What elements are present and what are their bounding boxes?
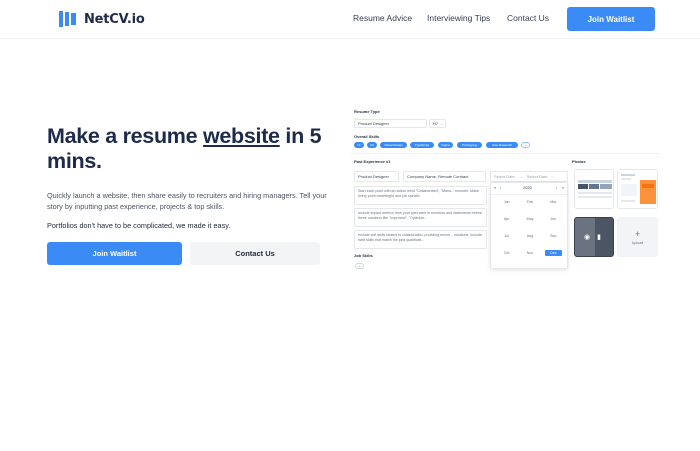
nav-link-resume-advice[interactable]: Resume Advice	[353, 13, 412, 23]
skill-pill[interactable]: Figma	[438, 142, 453, 148]
job-skills-label: Job Skills	[354, 253, 373, 258]
date-range-input[interactable]: Select Date → Select Date ▫	[490, 171, 568, 182]
month-grid: Jan Feb Mar Apr May Jun Jul Aug Sep Oct …	[495, 199, 565, 256]
month-cell-selected[interactable]: Dec	[544, 250, 562, 256]
skill-pill[interactable]: Visual Design	[380, 142, 407, 148]
month-cell[interactable]: Jan	[495, 199, 518, 205]
add-skill-button[interactable]: +	[521, 142, 530, 148]
plus-icon: +	[634, 228, 641, 239]
hero-title: Make a resume website in 5 mins.	[47, 124, 337, 174]
month-cell[interactable]: Jun	[542, 216, 565, 222]
logo-icon	[58, 9, 78, 29]
photo-thumbnail[interactable]	[617, 169, 658, 209]
logo[interactable]: NetCV.io	[58, 9, 145, 29]
photo-preview-image	[575, 170, 613, 208]
logo-text: NetCV.io	[84, 11, 145, 27]
skill-pill[interactable]: UI	[354, 142, 364, 148]
skill-pill[interactable]: TypeScript	[410, 142, 434, 148]
month-cell[interactable]: Aug	[518, 233, 541, 239]
month-cell[interactable]: Mar	[542, 199, 565, 205]
top-nav: NetCV.io Resume Advice Interviewing Tips…	[0, 0, 700, 39]
month-cell[interactable]: Jul	[495, 233, 518, 239]
nav-join-waitlist-button[interactable]: Join Waitlist	[567, 7, 655, 31]
upload-label: Upload	[631, 240, 644, 245]
nav-link-contact-us[interactable]: Contact Us	[507, 13, 549, 23]
photo-thumbnail-hover[interactable]: ◉ ▮	[574, 217, 614, 257]
month-cell[interactable]: Sep	[542, 233, 565, 239]
resume-level-select[interactable]: H7 ⌄	[429, 119, 446, 128]
month-cell[interactable]: Feb	[518, 199, 541, 205]
photos-label: Photos	[572, 159, 586, 164]
overall-skills-label: Overall Skills	[354, 134, 380, 139]
resume-builder-preview: Resume Type Product Designer H7 ⌄ Overal…	[350, 105, 660, 275]
chevron-down-icon: ⌄	[440, 121, 444, 126]
hero-description: Quickly launch a website, then share eas…	[47, 191, 327, 211]
nav-link-interviewing-tips[interactable]: Interviewing Tips	[427, 13, 490, 23]
experience-bullet[interactable]: Start each point with an action word "Co…	[354, 186, 487, 205]
hero-title-part1: Make a resume	[47, 124, 203, 148]
skill-pill[interactable]: UX	[367, 142, 377, 148]
upload-photo-button[interactable]: + Upload	[617, 217, 658, 257]
month-picker-popup: « ‹ 2020 › » Jan Feb Mar Apr May Jun Jul…	[490, 182, 568, 269]
hero-title-highlight: website	[202, 124, 280, 148]
photo-preview-image	[575, 218, 613, 256]
prev-year-icon[interactable]: «	[494, 185, 496, 190]
date-start: Select Date	[494, 174, 515, 179]
contact-us-button[interactable]: Contact Us	[190, 242, 320, 265]
next-year-icon[interactable]: »	[562, 185, 564, 190]
skill-pill[interactable]: User Research	[486, 142, 518, 148]
skill-pill[interactable]: Prototyping	[457, 142, 482, 148]
resume-level-value: H7	[433, 121, 439, 126]
next-icon[interactable]: ›	[556, 185, 557, 190]
month-picker-header: « ‹ 2020 › »	[491, 185, 569, 192]
divider	[350, 153, 660, 154]
resume-type-label: Resume Type	[354, 109, 380, 114]
month-cell[interactable]: May	[518, 216, 541, 222]
prev-icon[interactable]: ‹	[500, 185, 501, 190]
experience-bullet[interactable]: Include soft skills related to collabora…	[354, 230, 487, 249]
experience-role-input[interactable]: Product Designer	[354, 171, 399, 182]
hero-note: Portfolios don't have to be complicated,…	[47, 221, 231, 230]
photo-preview-image	[618, 170, 657, 208]
arrow-right-icon: →	[518, 174, 523, 179]
month-cell[interactable]: Oct	[495, 250, 518, 256]
trash-icon[interactable]: ▮	[597, 234, 606, 242]
experience-company-input[interactable]: Company Name, Remote Contract	[403, 171, 486, 182]
eye-icon[interactable]: ◉	[584, 234, 593, 242]
calendar-icon: ▫	[551, 174, 553, 179]
join-waitlist-button[interactable]: Join Waitlist	[47, 242, 182, 265]
experience-label: Past Experience #1	[354, 159, 391, 164]
resume-type-select[interactable]: Product Designer	[354, 119, 427, 128]
month-picker-year[interactable]: 2020	[523, 185, 532, 190]
date-end: Select Date	[526, 174, 548, 179]
experience-bullet[interactable]: Include impact metrics from your past wo…	[354, 208, 487, 227]
divider	[491, 194, 567, 195]
month-cell[interactable]: Apr	[495, 216, 518, 222]
photo-thumbnail[interactable]	[574, 169, 614, 209]
month-cell[interactable]: Nov	[518, 250, 541, 256]
add-job-skill-button[interactable]: +	[355, 263, 364, 269]
